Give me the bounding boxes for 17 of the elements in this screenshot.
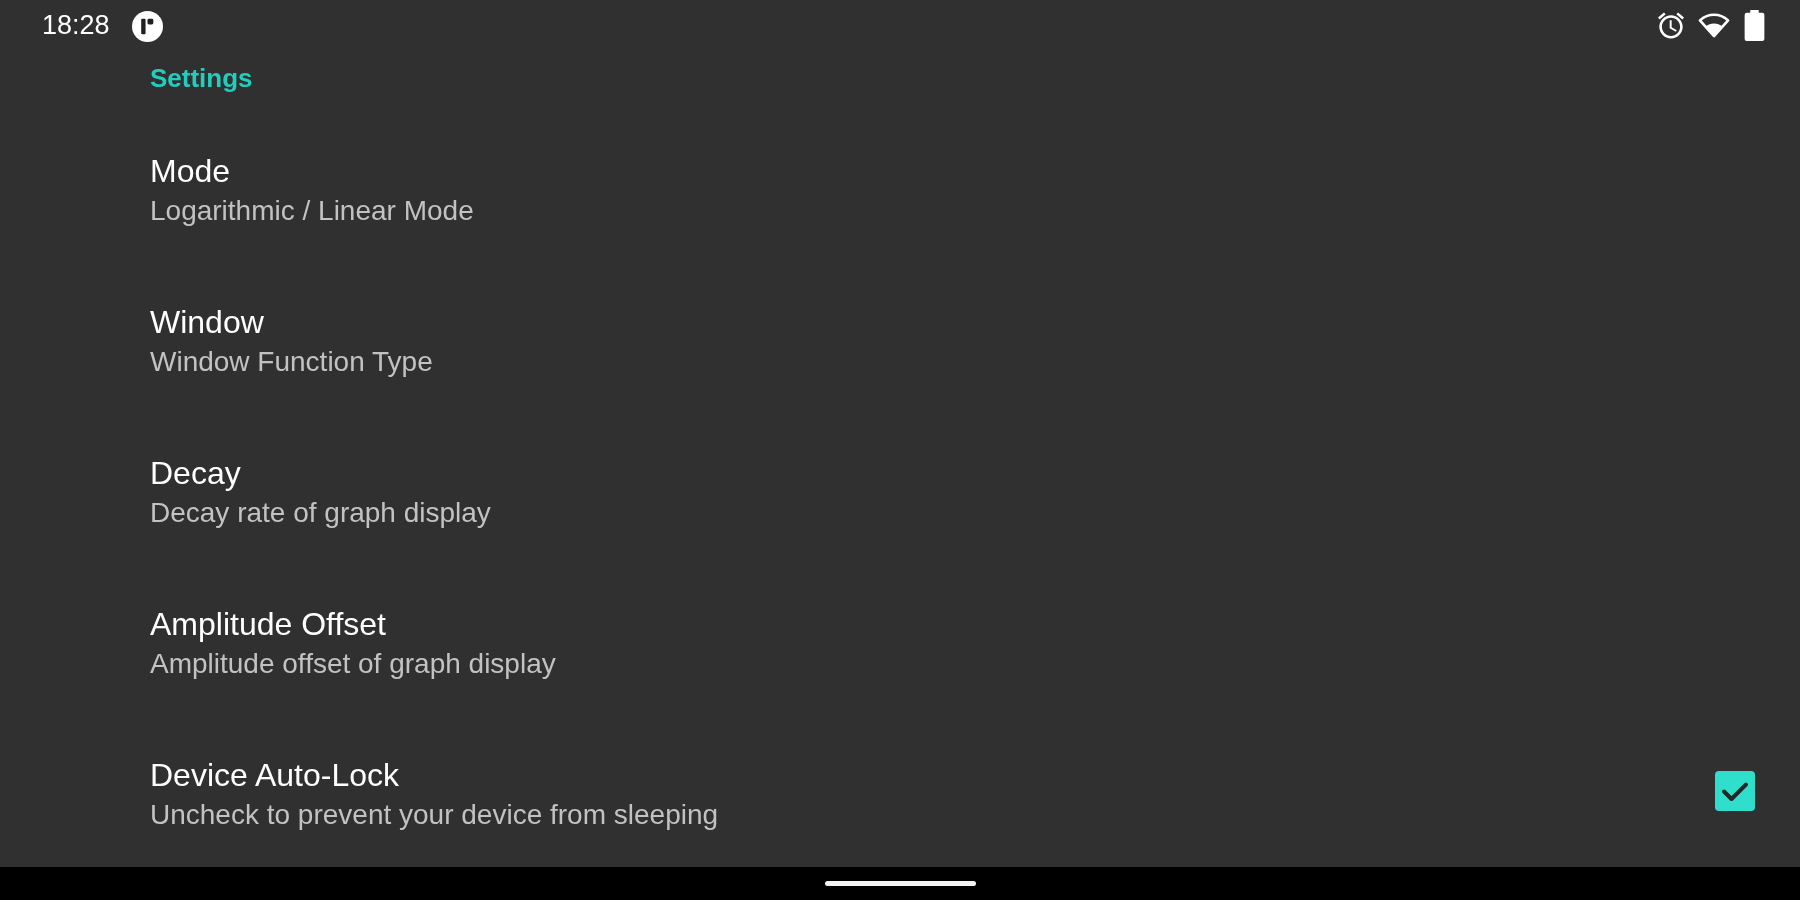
status-time: 18:28 xyxy=(42,10,110,40)
battery-icon xyxy=(1744,9,1765,41)
setting-summary: Decay rate of graph display xyxy=(150,496,491,530)
setting-summary: Uncheck to prevent your device from sleeping xyxy=(150,798,719,832)
setting-title: Decay xyxy=(150,454,241,493)
alarm-clock-icon xyxy=(1658,11,1684,39)
setting-summary: Window Function Type xyxy=(150,345,433,379)
notification-icon xyxy=(131,11,163,42)
setting-title: Window xyxy=(150,303,264,342)
setting-title: Amplitude Offset xyxy=(150,605,386,644)
setting-summary: Logarithmic / Linear Mode xyxy=(150,194,474,228)
wifi-icon xyxy=(1698,12,1730,38)
setting-title: Mode xyxy=(150,152,231,191)
checkbox[interactable] xyxy=(1715,771,1755,811)
setting-title: Device Auto-Lock xyxy=(150,756,399,795)
setting-summary: Amplitude offset of graph display xyxy=(150,647,556,681)
category-title: Settings xyxy=(150,62,253,95)
